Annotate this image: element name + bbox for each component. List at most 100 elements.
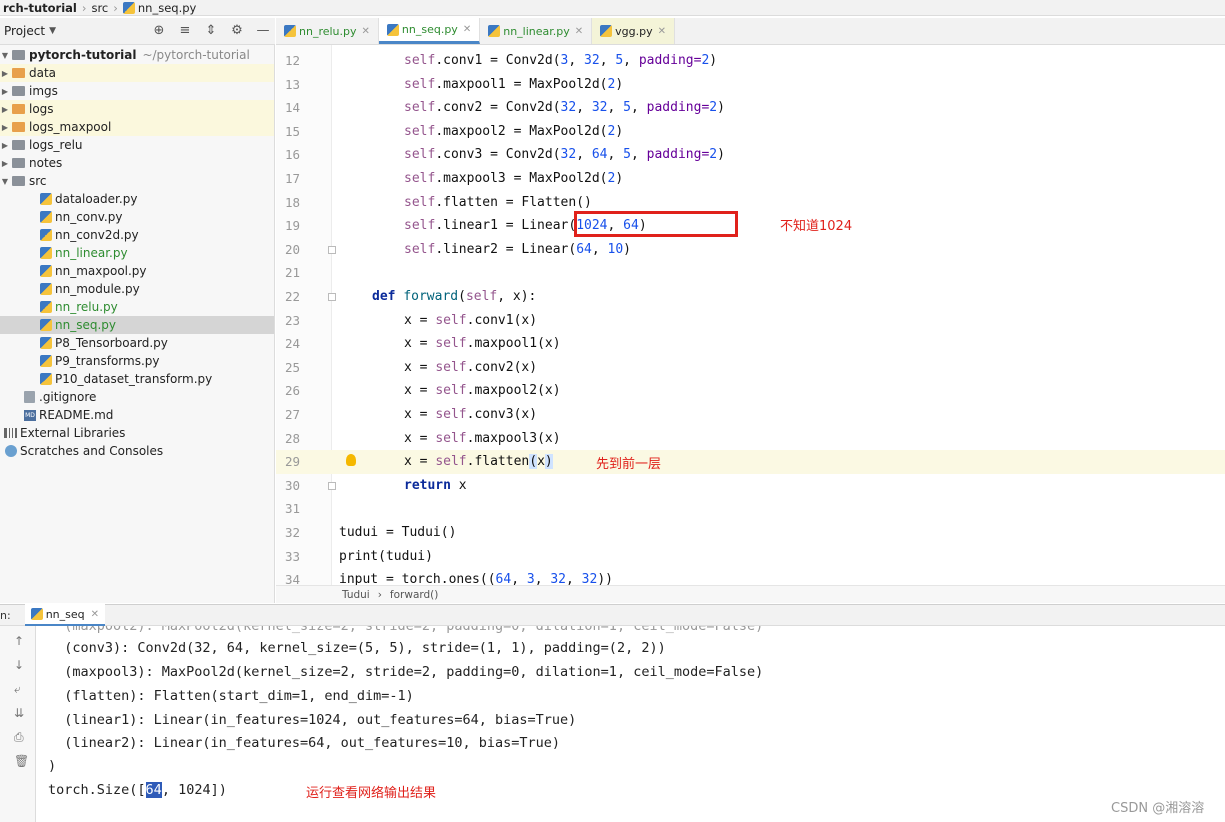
tree-item-readme[interactable]: MD README.md bbox=[0, 406, 274, 424]
annotation-note: 不知道1024 bbox=[780, 219, 853, 234]
close-icon[interactable]: ✕ bbox=[658, 26, 666, 37]
chevron-right-icon[interactable]: ▶ bbox=[0, 123, 10, 132]
trash-icon[interactable]: 🗑 bbox=[14, 754, 29, 768]
tree-item-project-root[interactable]: ▼ pytorch-tutorial ~/pytorch-tutorial bbox=[0, 46, 274, 64]
tree-item-file-selected[interactable]: nn_seq.py bbox=[0, 316, 274, 334]
breadcrumb-class[interactable]: Tudui bbox=[342, 589, 370, 601]
scroll-down-icon[interactable]: ↓ bbox=[14, 658, 24, 672]
code-line[interactable]: 17 self.maxpool3 = MaxPool2d(2) bbox=[276, 167, 1225, 191]
code-line[interactable]: 27 x = self.conv3(x) bbox=[276, 403, 1225, 427]
gear-icon[interactable]: ⚙ bbox=[229, 23, 245, 38]
code-line[interactable]: 13 self.maxpool1 = MaxPool2d(2) bbox=[276, 73, 1225, 97]
code-line[interactable]: 19 self.linear1 = Linear(1024, 64) bbox=[276, 214, 1225, 238]
chevron-down-icon[interactable]: ▼ bbox=[0, 51, 10, 60]
tree-item-file[interactable]: nn_module.py bbox=[0, 280, 274, 298]
tree-item-gitignore[interactable]: .gitignore bbox=[0, 388, 274, 406]
chevron-down-icon[interactable]: ▼ bbox=[0, 177, 10, 186]
close-icon[interactable]: ✕ bbox=[575, 26, 583, 37]
code-line[interactable]: 32 tudui = Tudui() bbox=[276, 521, 1225, 545]
chevron-right-icon[interactable]: ▶ bbox=[0, 159, 10, 168]
folder-icon bbox=[12, 176, 25, 186]
breadcrumb-file[interactable]: nn_seq.py bbox=[120, 1, 199, 15]
tree-item-file[interactable]: nn_conv2d.py bbox=[0, 226, 274, 244]
code-line[interactable]: 34 input = torch.ones((64, 3, 32, 32)) bbox=[276, 568, 1225, 585]
tree-item-logs[interactable]: ▶ logs bbox=[0, 100, 274, 118]
code-text: x = self.flatten(x) bbox=[404, 454, 553, 470]
print-icon[interactable]: ⎙ bbox=[14, 730, 24, 745]
python-file-icon bbox=[40, 301, 52, 313]
tree-item-file[interactable]: dataloader.py bbox=[0, 190, 274, 208]
code-line[interactable]: 20 self.linear2 = Linear(64, 10) bbox=[276, 238, 1225, 262]
run-toolbar: ↑ ↓ ⤶ ⇊ ⎙ 🗑 bbox=[0, 626, 36, 822]
tab-nn-linear[interactable]: nn_linear.py ✕ bbox=[480, 18, 593, 44]
tab-nn-seq[interactable]: nn_seq.py ✕ bbox=[378, 18, 481, 44]
tree-item-notes[interactable]: ▶ notes bbox=[0, 154, 274, 172]
code-line[interactable]: 28 x = self.maxpool3(x) bbox=[276, 427, 1225, 451]
project-view-selector[interactable]: Project bbox=[0, 24, 45, 38]
code-line[interactable]: 15 self.maxpool2 = MaxPool2d(2) bbox=[276, 120, 1225, 144]
soft-wrap-icon[interactable]: ⤶ bbox=[14, 682, 21, 697]
code-line-current[interactable]: 29 x = self.flatten(x) bbox=[276, 450, 1225, 474]
chevron-right-icon[interactable]: ▶ bbox=[0, 141, 10, 150]
tree-item-external-libraries[interactable]: External Libraries bbox=[0, 424, 274, 442]
lightbulb-icon[interactable] bbox=[346, 454, 356, 467]
code-line[interactable]: 30 return x bbox=[276, 474, 1225, 498]
tree-item-src[interactable]: ▼ src bbox=[0, 172, 274, 190]
scroll-to-end-icon[interactable]: ⇊ bbox=[14, 706, 24, 720]
code-line[interactable]: 12 self.conv1 = Conv2d(3, 32, 5, padding=… bbox=[276, 49, 1225, 73]
close-icon[interactable]: ✕ bbox=[91, 609, 99, 620]
code-line[interactable]: 24 x = self.maxpool1(x) bbox=[276, 332, 1225, 356]
code-line[interactable]: 33 print(tudui) bbox=[276, 545, 1225, 569]
code-line[interactable]: 22 def forward(self, x): bbox=[276, 285, 1225, 309]
tree-item-logs-relu[interactable]: ▶ logs_relu bbox=[0, 136, 274, 154]
tree-item-file[interactable]: P8_Tensorboard.py bbox=[0, 334, 274, 352]
fold-marker-icon[interactable] bbox=[328, 245, 336, 254]
tab-vgg[interactable]: vgg.py ✕ bbox=[592, 18, 676, 44]
tree-item-data[interactable]: ▶ data bbox=[0, 64, 274, 82]
selected-text[interactable]: 64 bbox=[145, 782, 162, 798]
code-line[interactable]: 16 self.conv3 = Conv2d(32, 64, 5, padding… bbox=[276, 143, 1225, 167]
tree-item-logs-maxpool[interactable]: ▶ logs_maxpool bbox=[0, 118, 274, 136]
tree-item-scratches[interactable]: Scratches and Consoles bbox=[0, 442, 274, 460]
tree-item-file[interactable]: nn_maxpool.py bbox=[0, 262, 274, 280]
breadcrumb-project[interactable]: rch-tutorial bbox=[0, 1, 80, 15]
project-tree: ▼ pytorch-tutorial ~/pytorch-tutorial ▶ … bbox=[0, 45, 275, 603]
scroll-up-icon[interactable]: ↑ bbox=[14, 634, 24, 648]
chevron-down-icon[interactable]: ▼ bbox=[49, 26, 56, 36]
minimize-icon[interactable]: — bbox=[255, 23, 271, 38]
code-line[interactable]: 25 x = self.conv2(x) bbox=[276, 356, 1225, 380]
python-file-icon bbox=[40, 247, 52, 259]
expand-all-icon[interactable]: ≡ bbox=[177, 23, 193, 38]
breadcrumb-folder[interactable]: src bbox=[88, 1, 111, 15]
code-line[interactable]: 18 self.flatten = Flatten() bbox=[276, 191, 1225, 215]
code-line[interactable]: 31 bbox=[276, 497, 1225, 521]
run-tab[interactable]: nn_seq ✕ bbox=[24, 604, 106, 626]
tab-nn-relu[interactable]: nn_relu.py ✕ bbox=[276, 18, 379, 44]
tree-item-imgs[interactable]: ▶ imgs bbox=[0, 82, 274, 100]
tree-item-file[interactable]: P9_transforms.py bbox=[0, 352, 274, 370]
code-line[interactable]: 26 x = self.maxpool2(x) bbox=[276, 379, 1225, 403]
fold-marker-icon[interactable] bbox=[328, 481, 336, 490]
code-line[interactable]: 14 self.conv2 = Conv2d(32, 32, 5, padding… bbox=[276, 96, 1225, 120]
chevron-right-icon[interactable]: ▶ bbox=[0, 105, 10, 114]
locate-icon[interactable]: ⊕ bbox=[151, 23, 167, 38]
code-line[interactable]: 23 x = self.conv1(x) bbox=[276, 309, 1225, 333]
chevron-right-icon[interactable]: ▶ bbox=[0, 69, 10, 78]
tree-item-file[interactable]: P10_dataset_transform.py bbox=[0, 370, 274, 388]
breadcrumb-function[interactable]: forward() bbox=[390, 589, 438, 601]
code-editor[interactable]: 12 self.conv1 = Conv2d(3, 32, 5, padding=… bbox=[276, 45, 1225, 585]
code-line[interactable]: 21 bbox=[276, 261, 1225, 285]
close-icon[interactable]: ✕ bbox=[463, 24, 471, 35]
code-text: self.conv3 = Conv2d(32, 64, 5, padding=2… bbox=[404, 147, 725, 163]
collapse-all-icon[interactable]: ⇕ bbox=[203, 23, 219, 38]
fold-marker-icon[interactable] bbox=[328, 293, 336, 301]
run-console[interactable]: (maxpool2): MaxPool2d(kernel_size=2, str… bbox=[36, 626, 1225, 822]
code-text: input = torch.ones((64, 3, 32, 32)) bbox=[339, 572, 613, 585]
chevron-right-icon[interactable]: ▶ bbox=[0, 87, 10, 96]
tree-item-file[interactable]: nn_linear.py bbox=[0, 244, 274, 262]
tree-item-file[interactable]: nn_relu.py bbox=[0, 298, 274, 316]
close-icon[interactable]: ✕ bbox=[362, 26, 370, 37]
tree-item-file[interactable]: nn_conv.py bbox=[0, 208, 274, 226]
line-number: 33 bbox=[284, 548, 300, 564]
line-number: 16 bbox=[284, 147, 300, 163]
